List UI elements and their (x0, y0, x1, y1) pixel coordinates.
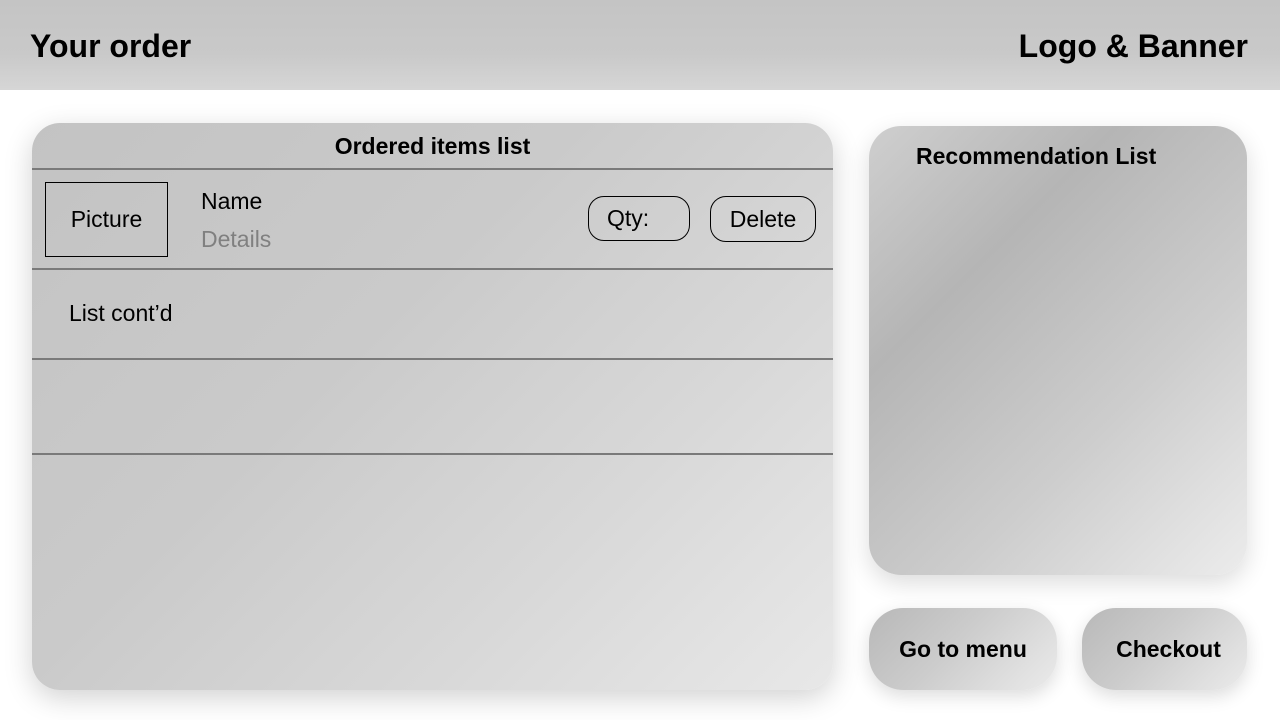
logo-banner[interactable]: Logo & Banner (1019, 26, 1248, 66)
divider (32, 358, 833, 360)
recommendation-panel: Recommendation List (869, 126, 1247, 575)
item-details: Details (201, 226, 272, 252)
divider (32, 268, 833, 270)
item-picture: Picture (45, 182, 168, 257)
recommendation-title: Recommendation List (916, 143, 1157, 169)
checkout-label: Checkout (1116, 635, 1221, 662)
checkout-button[interactable]: Checkout (1082, 608, 1247, 690)
go-to-menu-label: Go to menu (899, 635, 1027, 662)
go-to-menu-button[interactable]: Go to menu (869, 608, 1057, 690)
header-bar: Your order Logo & Banner (0, 0, 1280, 90)
ordered-items-panel: Ordered items list Picture Name Details … (32, 123, 833, 690)
page-title: Your order (30, 28, 192, 64)
delete-button[interactable]: Delete (710, 196, 816, 242)
item-picture-label: Picture (70, 206, 143, 232)
item-name: Name (201, 188, 263, 214)
quantity-button[interactable]: Qty: (588, 196, 690, 241)
divider (32, 168, 833, 170)
list-continued-label: List cont’d (69, 300, 173, 326)
divider (32, 453, 833, 455)
ordered-items-title: Ordered items list (334, 133, 531, 159)
